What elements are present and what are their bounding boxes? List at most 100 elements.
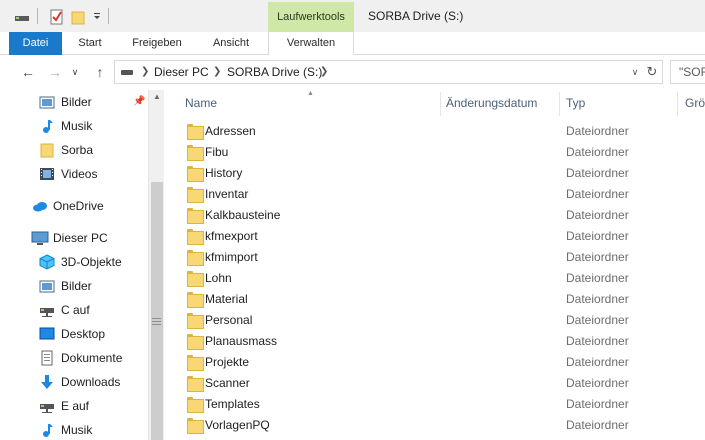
chevron-right-icon[interactable]: ❯	[213, 61, 221, 83]
nav-item-e-auf[interactable]: E auf	[0, 394, 147, 418]
properties-icon[interactable]	[49, 9, 65, 28]
file-row[interactable]: Material Dateiordner	[166, 289, 705, 310]
file-name: Lohn	[205, 271, 232, 285]
folder-icon	[187, 271, 204, 287]
nav-item-dieser-pc[interactable]: Dieser PC	[0, 226, 147, 250]
this-pc-icon	[31, 230, 49, 246]
tab-verwalten[interactable]: Verwalten	[268, 32, 354, 55]
nav-item-bilder[interactable]: Bilder 📌	[0, 90, 147, 114]
nav-item-c-auf[interactable]: C auf	[0, 298, 147, 322]
nav-item-bilder[interactable]: Bilder	[0, 274, 147, 298]
network-drive-icon	[39, 398, 55, 414]
recent-locations-button[interactable]: ∨	[66, 63, 84, 81]
customize-quick-access-icon[interactable]	[92, 8, 102, 27]
refresh-button[interactable]: ↻	[644, 63, 660, 81]
arrow-up-icon: ↑	[96, 64, 104, 80]
file-type: Dateiordner	[566, 397, 629, 411]
nav-item-downloads[interactable]: Downloads	[0, 370, 147, 394]
file-row[interactable]: Templates Dateiordner	[166, 394, 705, 415]
file-row[interactable]: Planausmass Dateiordner	[166, 331, 705, 352]
file-row[interactable]: Adressen Dateiordner	[166, 121, 705, 142]
network-drive-icon	[39, 302, 55, 318]
forward-button[interactable]: →	[46, 63, 64, 81]
nav-item-label: E auf	[61, 399, 90, 413]
nav-item-label: Bilder	[61, 279, 92, 293]
nav-item-dokumente[interactable]: Dokumente	[0, 346, 147, 370]
breadcrumb-sorba-drive[interactable]: SORBA Drive (S:)	[227, 61, 322, 83]
sort-ascending-icon: ▲	[307, 90, 314, 97]
title-bar: Laufwerktools SORBA Drive (S:)	[0, 0, 705, 32]
file-row[interactable]: Inventar Dateiordner	[166, 184, 705, 205]
context-tab-drive-tools: Laufwerktools	[268, 2, 354, 32]
tab-start[interactable]: Start	[68, 32, 112, 55]
folder-icon	[187, 208, 204, 224]
file-name: Fibu	[205, 145, 229, 159]
tab-ansicht[interactable]: Ansicht	[200, 32, 262, 55]
scroll-up-icon[interactable]: ▲	[149, 92, 165, 104]
file-row[interactable]: Fibu Dateiordner	[166, 142, 705, 163]
file-name: Material	[205, 292, 248, 306]
file-row[interactable]: VorlagenPQ Dateiordner	[166, 415, 705, 436]
breadcrumb-dieser-pc[interactable]: Dieser PC	[154, 61, 209, 83]
scrollbar-thumb[interactable]	[151, 182, 163, 440]
nav-item-onedrive[interactable]: OneDrive	[0, 194, 147, 218]
navigation-scrollbar[interactable]: ▲	[148, 90, 164, 440]
file-name: Personal	[205, 313, 253, 327]
nav-item-desktop[interactable]: Desktop	[0, 322, 147, 346]
file-type: Dateiordner	[566, 250, 629, 264]
column-divider[interactable]	[559, 92, 560, 116]
folder-icon	[187, 313, 204, 329]
new-folder-icon[interactable]	[70, 9, 86, 28]
search-input[interactable]: "SOR	[670, 60, 705, 84]
nav-item-musik[interactable]: Musik	[0, 418, 147, 440]
file-row[interactable]: Projekte Dateiordner	[166, 352, 705, 373]
window-title: SORBA Drive (S:)	[368, 9, 464, 23]
file-row[interactable]: Kalkbausteine Dateiordner	[166, 205, 705, 226]
file-name: Kalkbausteine	[205, 208, 281, 222]
pin-icon[interactable]: 📌	[133, 96, 145, 107]
pictures-icon	[39, 94, 55, 110]
music-icon	[39, 118, 55, 134]
column-header-type[interactable]: Typ	[566, 90, 585, 116]
nav-item-label: OneDrive	[53, 199, 104, 213]
nav-item-3d-objekte[interactable]: 3D-Objekte	[0, 250, 147, 274]
file-row[interactable]: Lohn Dateiordner	[166, 268, 705, 289]
nav-item-videos[interactable]: Videos	[0, 162, 147, 186]
file-row[interactable]: Scanner Dateiordner	[166, 373, 705, 394]
column-header-name[interactable]: Name	[185, 90, 217, 116]
folder-icon	[187, 124, 204, 140]
file-row[interactable]: kfmexport Dateiordner	[166, 226, 705, 247]
file-row[interactable]: kfmimport Dateiordner	[166, 247, 705, 268]
column-divider[interactable]	[677, 92, 678, 116]
nav-item-label: Dieser PC	[53, 231, 108, 245]
file-type: Dateiordner	[566, 418, 629, 432]
folder-icon	[187, 355, 204, 371]
chevron-right-icon[interactable]: ❯	[320, 61, 328, 83]
tab-freigeben[interactable]: Freigeben	[122, 32, 192, 55]
file-row[interactable]: History Dateiordner	[166, 163, 705, 184]
folder-icon	[187, 250, 204, 266]
nav-item-label: Dokumente	[61, 351, 123, 365]
nav-item-label: Musik	[61, 119, 93, 133]
file-type: Dateiordner	[566, 166, 629, 180]
column-header-modified[interactable]: Änderungsdatum	[446, 90, 537, 116]
nav-item-musik[interactable]: Musik	[0, 114, 147, 138]
file-row[interactable]: Personal Dateiordner	[166, 310, 705, 331]
address-dropdown-button[interactable]: ∨	[629, 62, 641, 82]
drive-icon[interactable]	[14, 9, 30, 26]
back-button[interactable]: ←	[19, 63, 37, 81]
folder-icon	[187, 334, 204, 350]
nav-item-label: C auf	[61, 303, 90, 317]
folder-icon	[187, 292, 204, 308]
up-button[interactable]: ↑	[91, 63, 109, 81]
column-header-size[interactable]: Grö	[685, 90, 705, 116]
address-bar[interactable]: ❯ Dieser PC ❯ SORBA Drive (S:) ❯	[114, 60, 663, 84]
nav-item-sorba[interactable]: Sorba	[0, 138, 147, 162]
folder-icon	[187, 397, 204, 413]
nav-item-label: Desktop	[61, 327, 106, 341]
column-divider[interactable]	[440, 92, 441, 116]
file-name: History	[205, 166, 243, 180]
address-row: ← → ∨ ↑ ❯ Dieser PC ❯ SORBA Drive (S:) ❯	[0, 56, 705, 88]
chevron-right-icon[interactable]: ❯	[141, 61, 149, 83]
tab-datei[interactable]: Datei	[9, 32, 62, 55]
